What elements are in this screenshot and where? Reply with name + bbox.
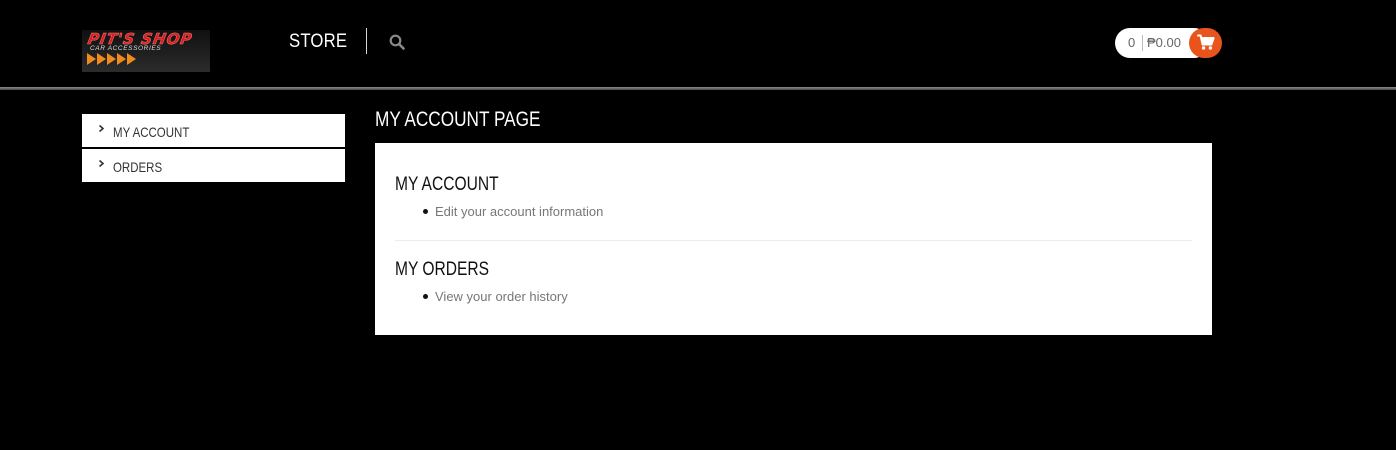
section-title-my-orders: MY ORDERS [395, 259, 490, 280]
sidebar-item-orders[interactable]: ORDERS [82, 149, 345, 182]
sidebar-item-label: ORDERS [113, 159, 163, 175]
chevron-right-icon [98, 125, 105, 132]
logo-arrows-icon [87, 52, 137, 66]
search-icon[interactable] [389, 34, 405, 50]
nav-divider [366, 28, 367, 54]
cart-total: ₱0.00 [1147, 35, 1181, 50]
page-title: MY ACCOUNT PAGE [375, 108, 541, 131]
logo-subtitle: CAR ACCESSORIES [90, 45, 162, 52]
header-divider [0, 87, 1396, 90]
sidebar-item-my-account[interactable]: MY ACCOUNT [82, 114, 345, 147]
list-bullet [423, 294, 428, 299]
cart-button[interactable]: 0 ₱0.00 [1115, 28, 1222, 58]
cart-separator [1142, 35, 1143, 51]
edit-account-link[interactable]: Edit your account information [435, 204, 603, 219]
cart-count: 0 [1128, 35, 1136, 50]
section-divider [395, 240, 1192, 241]
account-panel: MY ACCOUNT Edit your account information… [375, 143, 1212, 335]
chevron-right-icon [98, 160, 105, 167]
sidebar-item-label: MY ACCOUNT [113, 124, 190, 140]
nav-store-link[interactable]: STORE [289, 31, 347, 53]
section-title-my-account: MY ACCOUNT [395, 174, 499, 195]
shopping-cart-icon[interactable] [1189, 28, 1222, 58]
site-header: PIT'S SHOP CAR ACCESSORIES STORE 0 ₱0.00 [0, 0, 1396, 87]
site-logo[interactable]: PIT'S SHOP CAR ACCESSORIES [82, 30, 210, 72]
order-history-link[interactable]: View your order history [435, 289, 568, 304]
list-bullet [423, 209, 428, 214]
